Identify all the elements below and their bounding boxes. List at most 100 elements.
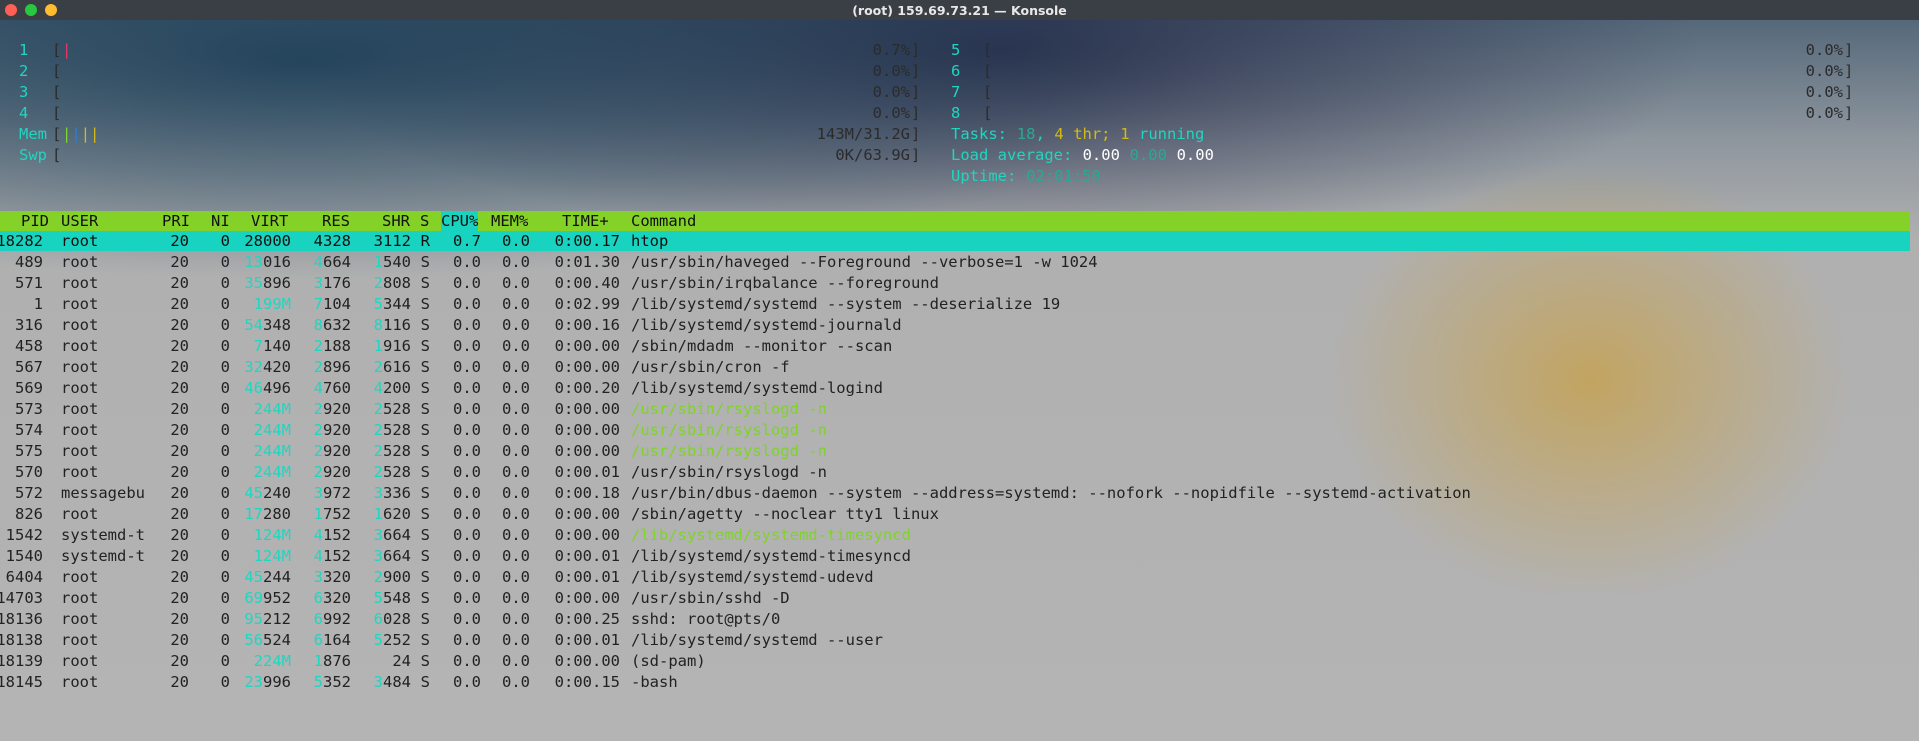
column-header-cpu[interactable]: CPU% bbox=[441, 211, 479, 231]
cell-mem: 0.0 bbox=[502, 484, 530, 502]
cell-mem: 0.0 bbox=[502, 547, 530, 565]
cell-time: 0:02.99 bbox=[554, 295, 620, 313]
process-table-header: PID USER PRI NI VIRT RES SHR S CPU% MEM% TIME+ Comm… bbox=[0, 211, 1910, 231]
cell-mem: 0.0 bbox=[502, 631, 530, 649]
load-average-5: 0.00 bbox=[1129, 146, 1167, 164]
terminal-area[interactable]: 1[| 0.7%] 2[0.0%] 3[0.0%] 4[0.0%] 5[0.0%] 6[0.… bbox=[0, 20, 1919, 741]
threads-count: 4 bbox=[1054, 125, 1064, 143]
cell-pid: 18136 bbox=[0, 610, 43, 628]
process-row[interactable]: 1 root 20 0 199M 7104 5344 S 0.0 0.0 0:02.99/lib/s… bbox=[0, 294, 1910, 315]
process-row[interactable]: 1542 systemd-t 20 0 124M 4152 3664 S 0.0 0.0 0:00.… bbox=[0, 525, 1910, 546]
cell-mem: 0.0 bbox=[502, 421, 530, 439]
cell-mem: 0.0 bbox=[502, 463, 530, 481]
process-row[interactable]: 1540 systemd-t 20 0 124M 4152 3664 S 0.0 0.0 0:00.… bbox=[0, 546, 1910, 567]
cpu-meter-number: 5 bbox=[951, 41, 961, 59]
process-row[interactable]: 571 root 20 0 35896 3176 2808 S 0.0 0.0 0:00.40/us… bbox=[0, 273, 1910, 294]
cpu-meter-close: ] bbox=[911, 41, 921, 59]
window-controls bbox=[5, 4, 57, 16]
process-row[interactable]: 567 root 20 0 32420 2896 2616 S 0.0 0.0 0:00.00/us… bbox=[0, 357, 1910, 378]
cell-time: 0:00.00 bbox=[554, 442, 620, 460]
load-average-label: Load average: bbox=[951, 146, 1073, 164]
uptime-label: Uptime: bbox=[951, 167, 1017, 185]
column-header-time[interactable]: TIME+ bbox=[562, 211, 609, 231]
cpu-meter-number: 3 bbox=[19, 83, 29, 101]
column-header-ni[interactable]: NI bbox=[211, 211, 230, 231]
cell-mem: 0.0 bbox=[502, 568, 530, 586]
minimize-icon[interactable] bbox=[45, 4, 57, 16]
process-row[interactable]: 489 root 20 0 13016 4664 1540 S 0.0 0.0 0:01.30/us… bbox=[0, 252, 1910, 273]
uptime-value: 02:01:50 bbox=[1026, 167, 1101, 185]
load-average-1: 0.00 bbox=[1082, 146, 1120, 164]
cell-cmd: sshd: root@pts/0 bbox=[631, 610, 781, 628]
cell-time: 0:00.00 bbox=[554, 505, 620, 523]
process-row[interactable]: 18139 root 20 0 224M 1876 24 S 0.0 0.0 0:00.00 (sd-… bbox=[0, 651, 1910, 672]
cell-cmd: (sd-pam) bbox=[631, 652, 706, 670]
mem-meter-bar: |||| bbox=[62, 124, 99, 145]
process-row[interactable]: 18138 root 20 0 56524 6164 5252 S 0.0 0.0 0:00.01/… bbox=[0, 630, 1910, 651]
cell-cmd: /lib/systemd/systemd --system --deserial… bbox=[631, 295, 1061, 313]
cell-pid: 18145 bbox=[0, 673, 43, 691]
cpu-meter-number: 7 bbox=[951, 83, 961, 101]
process-row[interactable]: 574 root 20 0 244M 2920 2528 S 0.0 0.0 0:00.00/usr… bbox=[0, 420, 1910, 441]
process-row[interactable]: 826 root 20 0 17280 1752 1620 S 0.0 0.0 0:00.00/sb… bbox=[0, 504, 1910, 525]
process-row[interactable]: 572 messagebu 20 0 45240 3972 3336 S 0.0 0.0 0:00.… bbox=[0, 483, 1910, 504]
mem-meter-close: ] bbox=[911, 125, 921, 143]
cell-pid: 567 bbox=[15, 358, 43, 376]
running-count: 1 bbox=[1120, 125, 1130, 143]
cell-cmd: -bash bbox=[631, 673, 678, 691]
cell-cmd: /lib/systemd/systemd --user bbox=[631, 631, 883, 649]
mem-meter-open: [ bbox=[52, 125, 62, 143]
cpu-meter-open: [ bbox=[983, 104, 993, 122]
cpu-meter-open: [ bbox=[983, 41, 993, 59]
process-row[interactable]: 6404 root 20 0 45244 3320 2900 S 0.0 0.0 0:00.01/l… bbox=[0, 567, 1910, 588]
process-row[interactable]: 18145 root 20 0 23996 5352 3484 S 0.0 0.0 0:00.15-… bbox=[0, 672, 1910, 693]
cpu-meter-close: ] bbox=[1844, 62, 1854, 80]
window-titlebar[interactable]: (root) 159.69.73.21 — Konsole bbox=[0, 0, 1919, 20]
column-header-command[interactable]: Command bbox=[631, 211, 696, 231]
cell-time: 0:00.01 bbox=[554, 568, 620, 586]
cell-mem: 0.0 bbox=[502, 295, 530, 313]
cpu-meter-percent: 0.0% bbox=[1805, 83, 1843, 101]
cpu-meter-percent: 0.7% bbox=[872, 41, 910, 59]
column-header-mem[interactable]: MEM% bbox=[491, 211, 528, 231]
cell-cmd: /lib/systemd/systemd-timesyncd bbox=[631, 526, 911, 544]
cell-pid: 572 bbox=[15, 484, 43, 502]
process-row[interactable]: 316 root 20 0 54348 8632 8116 S 0.0 0.0 0:00.16/li… bbox=[0, 315, 1910, 336]
cell-time: 0:00.25 bbox=[554, 610, 620, 628]
tasks-label: Tasks: bbox=[951, 125, 1007, 143]
cell-pid: 14703 bbox=[0, 589, 43, 607]
process-row[interactable]: 575 root 20 0 244M 2920 2528 S 0.0 0.0 0:00.00/usr… bbox=[0, 441, 1910, 462]
cell-cmd: /usr/sbin/cron -f bbox=[631, 358, 790, 376]
process-row[interactable]: 14703 root 20 0 69952 6320 5548 S 0.0 0.0 0:00.00/… bbox=[0, 588, 1910, 609]
column-header-shr[interactable]: SHR bbox=[382, 211, 410, 231]
column-header-pri[interactable]: PRI bbox=[162, 211, 190, 231]
column-header-res[interactable]: RES bbox=[322, 211, 350, 231]
cell-time: 0:01.30 bbox=[554, 253, 620, 271]
mem-bar-segment: | bbox=[62, 125, 72, 143]
cell-time: 0:00.40 bbox=[554, 274, 620, 292]
column-header-pid[interactable]: PID bbox=[21, 211, 49, 231]
mem-bar-segment: | bbox=[90, 125, 100, 143]
close-icon[interactable] bbox=[5, 4, 17, 16]
column-header-s[interactable]: S bbox=[420, 211, 429, 231]
process-row[interactable]: 569 root 20 0 46496 4760 4200 S 0.0 0.0 0:00.20/li… bbox=[0, 378, 1910, 399]
process-row[interactable]: 570 root 20 0 244M 2920 2528 S 0.0 0.0 0:00.01/usr… bbox=[0, 462, 1910, 483]
cell-cmd: /usr/sbin/sshd -D bbox=[631, 589, 790, 607]
maximize-icon[interactable] bbox=[25, 4, 37, 16]
cell-mem: 0.0 bbox=[502, 526, 530, 544]
cpu-meter-percent: 0.0% bbox=[872, 104, 910, 122]
cell-time: 0:00.00 bbox=[554, 337, 620, 355]
process-row[interactable]: 458 root 20 0 7140 2188 1916 S 0.0 0.0 0:00.00/sbi… bbox=[0, 336, 1910, 357]
cpu-meter-number: 4 bbox=[19, 104, 29, 122]
process-row[interactable]: 573 root 20 0 244M 2920 2528 S 0.0 0.0 0:00.00/usr… bbox=[0, 399, 1910, 420]
column-header-virt[interactable]: VIRT bbox=[251, 211, 288, 231]
swap-meter-open: [ bbox=[52, 146, 62, 164]
column-header-user[interactable]: USER bbox=[61, 211, 98, 231]
cell-time: 0:00.15 bbox=[554, 673, 620, 691]
process-row[interactable]: 18136 root 20 0 95212 6992 6028 S 0.0 0.0 0:00.25 s… bbox=[0, 609, 1910, 630]
cpu-meter-close: ] bbox=[1844, 83, 1854, 101]
cell-mem: 0.0 bbox=[502, 274, 530, 292]
running-label: running bbox=[1139, 125, 1205, 143]
process-row-selected[interactable]: 18282 root 20 0 28000 4328 3112 R 0.7 0.0 0:00.17 h… bbox=[0, 231, 1910, 251]
cell-cmd: htop bbox=[631, 232, 669, 250]
